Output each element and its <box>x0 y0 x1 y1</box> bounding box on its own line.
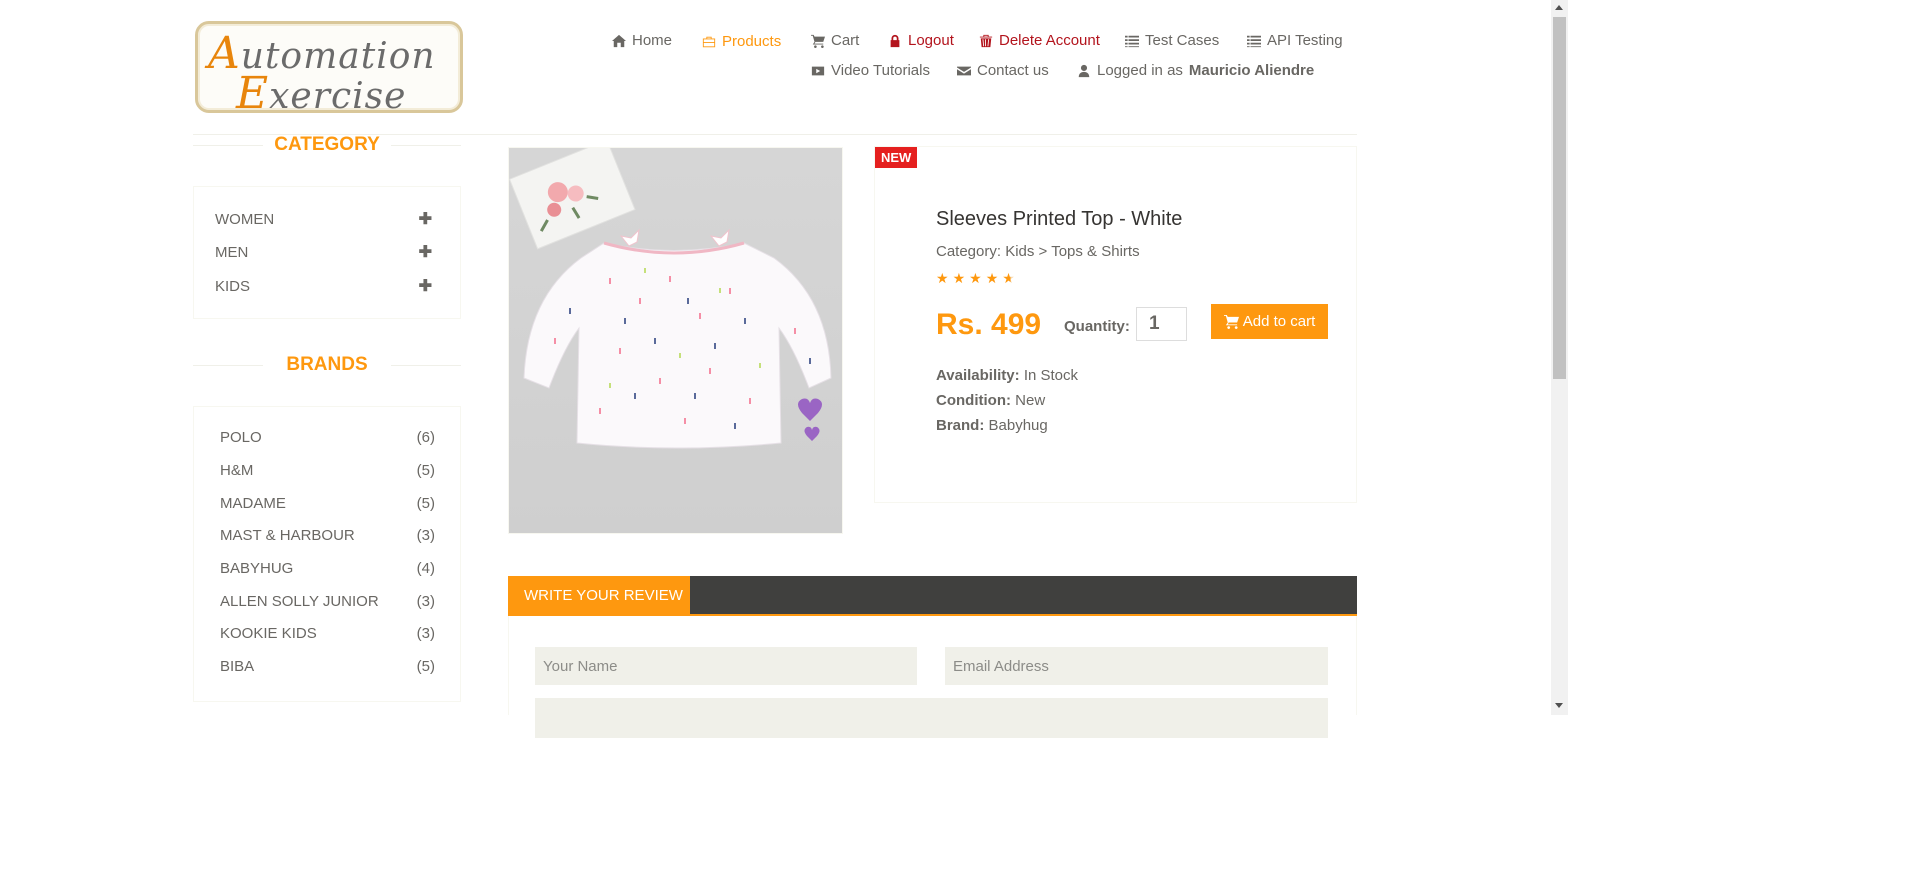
logged-in-status: Logged in as Mauricio Aliendre <box>1077 62 1314 79</box>
user-icon <box>1078 64 1090 77</box>
lock-icon <box>890 34 900 47</box>
star-icon: ★ <box>952 270 970 286</box>
brand-item-biba[interactable]: BIBA (5) <box>220 658 435 675</box>
brands-title: BRANDS <box>193 354 461 376</box>
category-item-men[interactable]: MEN ✚ <box>215 242 432 262</box>
star-half-icon: ★ <box>1002 270 1019 286</box>
review-textarea[interactable] <box>535 698 1328 738</box>
trash-icon <box>979 34 993 47</box>
logged-in-username: Mauricio Aliendre <box>1188 62 1315 79</box>
nav-products[interactable]: Products <box>702 33 781 50</box>
product-image <box>508 147 843 534</box>
brand-item-allen-solly-junior[interactable]: ALLEN SOLLY JUNIOR (3) <box>220 593 435 610</box>
nav-delete-account[interactable]: Delete Account <box>979 32 1100 49</box>
availability-row: Availability: In Stock <box>936 367 1079 384</box>
briefcase-icon <box>702 36 716 47</box>
brand-item-babyhug[interactable]: BABYHUG (4) <box>220 560 435 577</box>
nav-home[interactable]: Home <box>612 32 672 49</box>
plus-icon: ✚ <box>418 211 432 228</box>
rating-stars: ★★★★★ <box>936 270 1019 287</box>
review-name-input[interactable] <box>535 647 917 685</box>
category-panel: WOMEN ✚ MEN ✚ KIDS ✚ <box>193 186 461 319</box>
brand-row: Brand: Babyhug <box>936 417 1048 434</box>
tab-write-review[interactable]: WRITE YOUR REVIEW <box>508 576 690 616</box>
cart-icon <box>811 34 825 48</box>
star-icon: ★ <box>936 270 953 286</box>
site-logo[interactable]: Automation Exercise <box>195 21 463 113</box>
list-icon <box>1125 35 1139 47</box>
quantity-label: Quantity: <box>1064 318 1130 335</box>
scroll-up-icon[interactable] <box>1555 5 1563 10</box>
list-icon <box>1247 35 1261 47</box>
category-item-kids[interactable]: KIDS ✚ <box>215 276 432 296</box>
review-email-input[interactable] <box>945 647 1328 685</box>
cart-icon <box>1223 314 1239 329</box>
brand-item-kookie-kids[interactable]: KOOKIE KIDS (3) <box>220 625 435 642</box>
envelope-icon <box>957 66 971 75</box>
nav-video-tutorials[interactable]: Video Tutorials <box>811 62 930 79</box>
logo-line-2: Exercise <box>236 68 407 113</box>
nav-logout[interactable]: Logout <box>888 32 954 49</box>
plus-icon: ✚ <box>418 278 432 295</box>
youtube-play-icon <box>811 66 825 75</box>
category-item-women[interactable]: WOMEN ✚ <box>215 209 432 229</box>
review-form <box>508 616 1357 738</box>
nav-api-testing[interactable]: API Testing <box>1247 32 1343 49</box>
brand-item-polo[interactable]: POLO (6) <box>220 429 435 446</box>
scrollbar-thumb[interactable] <box>1553 17 1566 379</box>
quantity-input[interactable] <box>1136 307 1187 341</box>
scroll-down-icon[interactable] <box>1555 703 1563 708</box>
condition-row: Condition: New <box>936 392 1046 409</box>
brands-panel: POLO (6) H&M (5) MADAME (5) MAST & HARBOUR(… <box>193 406 461 702</box>
plus-icon: ✚ <box>418 244 432 261</box>
product-category: Category: Kids > Tops & Shirts <box>936 243 1140 260</box>
new-badge: NEW <box>875 147 918 168</box>
home-icon <box>612 34 626 47</box>
star-icon: ★ <box>985 270 1003 286</box>
product-name: Sleeves Printed Top - White <box>936 208 1183 230</box>
nav-test-cases[interactable]: Test Cases <box>1125 32 1219 49</box>
brand-item-hm[interactable]: H&M (5) <box>220 462 435 479</box>
brand-item-madame[interactable]: MADAME (5) <box>220 495 435 512</box>
nav-contact-us[interactable]: Contact us <box>957 62 1049 79</box>
nav-cart[interactable]: Cart <box>811 32 859 49</box>
brand-item-mast-harbour[interactable]: MAST & HARBOUR (3) <box>220 527 435 544</box>
product-price: Rs. 499 <box>936 308 1042 341</box>
category-title: CATEGORY <box>193 134 461 156</box>
star-icon: ★ <box>969 270 986 286</box>
add-to-cart-button[interactable]: Add to cart <box>1211 304 1328 339</box>
